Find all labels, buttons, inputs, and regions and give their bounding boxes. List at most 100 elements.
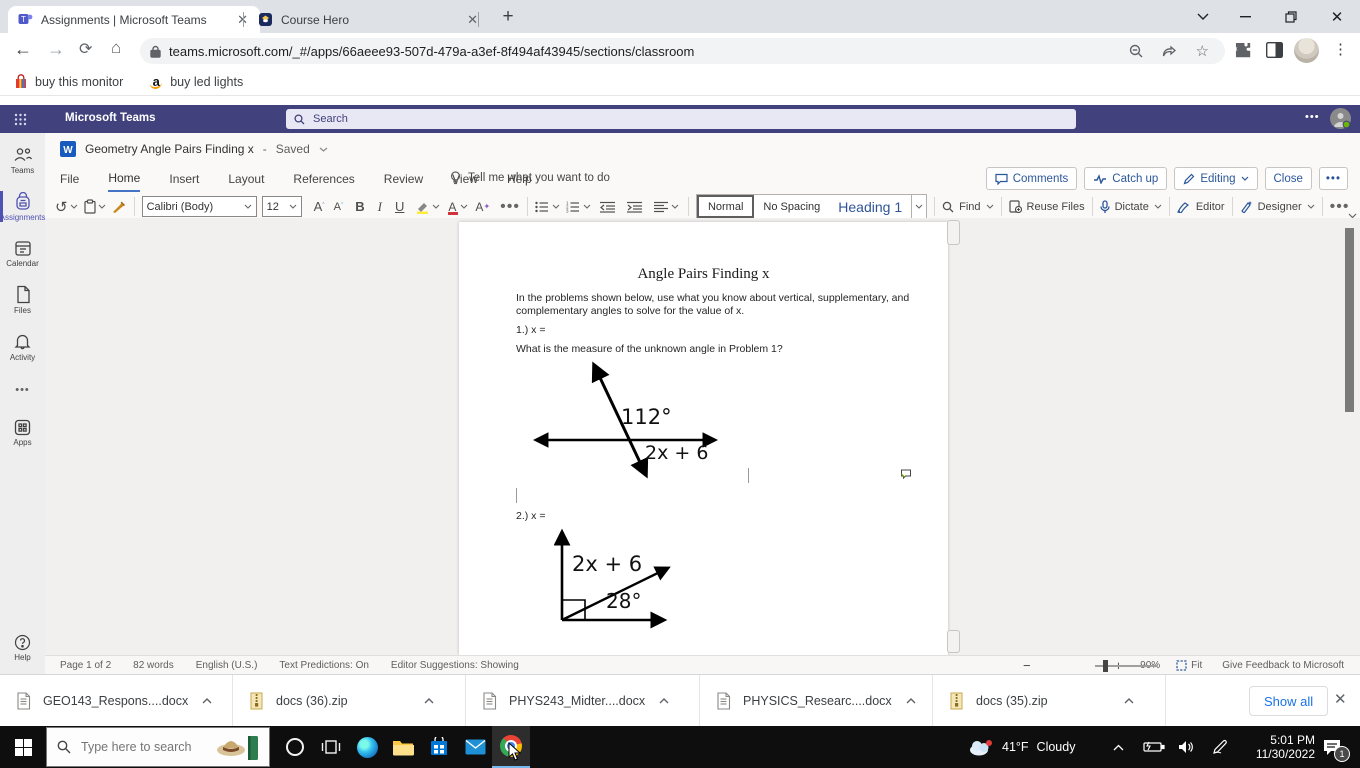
zoom-out-button[interactable]: − (1023, 658, 1031, 673)
catch-up-button[interactable]: Catch up (1084, 167, 1168, 190)
reuse-files-button[interactable]: Reuse Files (1008, 200, 1085, 213)
fit-page-icon[interactable] (1176, 660, 1187, 671)
side-panel-icon[interactable] (1266, 42, 1283, 58)
language-status[interactable]: English (U.S.) (196, 660, 258, 671)
show-all-button[interactable]: Show all (1249, 686, 1329, 716)
styles-chevron[interactable] (911, 195, 926, 218)
sidebar-item-teams[interactable]: Teams (0, 137, 45, 183)
bullet-list-icon[interactable] (535, 201, 549, 213)
grow-font-icon[interactable]: Aˆ (314, 199, 325, 214)
style-normal[interactable]: Normal (696, 195, 755, 218)
speaker-icon[interactable] (1178, 726, 1194, 768)
start-button[interactable] (4, 726, 42, 768)
download-item[interactable]: docs (36).zip (233, 675, 466, 727)
editor-suggestions-status[interactable]: Editor Suggestions: Showing (391, 660, 519, 671)
comments-button[interactable]: Comments (985, 167, 1078, 190)
download-chevron-up-icon[interactable] (424, 698, 434, 704)
tray-chevron-up-icon[interactable] (1113, 726, 1124, 768)
sidebar-item-assignments[interactable]: Assignments (0, 183, 45, 230)
editor-button[interactable]: Editor (1176, 201, 1225, 213)
align-chevron-icon[interactable] (671, 204, 679, 209)
teams-search-box[interactable] (286, 109, 1076, 129)
taskbar-search-input[interactable] (79, 739, 213, 755)
sidebar-item-apps[interactable]: Apps (0, 410, 45, 455)
style-no-spacing[interactable]: No Spacing (754, 196, 830, 217)
bold-icon[interactable]: B (355, 199, 364, 214)
ribbon-overflow-icon[interactable]: ••• (1330, 198, 1350, 216)
font-size-select[interactable]: 12 (261, 196, 302, 217)
back-icon[interactable]: ← (14, 39, 32, 60)
dictate-button[interactable]: Dictate (1099, 199, 1162, 214)
numbered-chevron-icon[interactable] (583, 204, 591, 209)
paste-clipboard-icon[interactable] (83, 199, 96, 214)
feedback-link[interactable]: Give Feedback to Microsoft (1222, 660, 1344, 671)
forward-icon[interactable]: → (47, 39, 65, 60)
increase-indent-icon[interactable] (626, 201, 642, 213)
vertical-scrollbar-thumb[interactable] (1345, 228, 1354, 412)
window-restore-button[interactable] (1268, 0, 1314, 33)
menu-layout[interactable]: Layout (228, 170, 264, 191)
undo-icon[interactable]: ↺ (55, 198, 68, 216)
font-color-chevron-icon[interactable] (460, 204, 468, 209)
word-count[interactable]: 82 words (133, 660, 174, 671)
paste-chevron-icon[interactable] (98, 204, 106, 209)
numbered-list-icon[interactable]: 123 (566, 201, 580, 213)
address-bar[interactable]: teams.microsoft.com/_#/apps/66aeee93-507… (140, 38, 1225, 64)
notification-center-icon[interactable]: 1 (1322, 726, 1350, 768)
bookmark-buy-led-lights[interactable]: a buy led lights (149, 74, 243, 89)
bullet-chevron-icon[interactable] (552, 204, 560, 209)
align-icon[interactable] (653, 201, 668, 213)
sidebar-item-calendar[interactable]: Calendar (0, 230, 45, 276)
microsoft-store-icon[interactable] (420, 726, 458, 768)
text-predictions-status[interactable]: Text Predictions: On (279, 660, 368, 671)
browser-menu-kebab-icon[interactable]: ⋮ (1333, 40, 1348, 58)
browser-tab-coursehero[interactable]: Course Hero ✕ (248, 6, 490, 33)
profile-avatar[interactable] (1294, 38, 1319, 63)
new-tab-button[interactable]: + (492, 0, 524, 33)
decrease-indent-icon[interactable] (599, 201, 615, 213)
editing-button[interactable]: Editing (1174, 167, 1258, 190)
download-chevron-up-icon[interactable] (906, 698, 916, 704)
download-chevron-up-icon[interactable] (659, 698, 669, 704)
download-chevron-up-icon[interactable] (202, 698, 212, 704)
more-actions-button[interactable]: ••• (1318, 167, 1348, 190)
clock-widget[interactable]: 5:01 PM 11/30/2022 (1243, 726, 1315, 768)
search-highlight-image[interactable] (215, 730, 261, 764)
window-close-button[interactable]: ✕ (1314, 0, 1360, 33)
window-profile-chevron-icon[interactable] (1180, 0, 1226, 33)
edge-icon[interactable] (348, 726, 386, 768)
file-explorer-icon[interactable] (384, 726, 422, 768)
download-item[interactable]: PHYS243_Midter....docx (466, 675, 700, 727)
saved-status[interactable]: Saved (276, 142, 310, 156)
sidebar-item-help[interactable]: Help (0, 625, 45, 670)
sidebar-item-files[interactable]: Files (0, 276, 45, 323)
teams-more-icon[interactable]: ••• (1305, 111, 1320, 123)
highlighter-chevron-icon[interactable] (432, 204, 440, 209)
taskbar-search-box[interactable] (46, 727, 270, 767)
home-icon[interactable]: ⌂ (111, 38, 121, 58)
mail-icon[interactable] (456, 726, 494, 768)
fit-label[interactable]: Fit (1191, 660, 1202, 671)
lock-icon[interactable] (150, 45, 161, 58)
document-canvas[interactable]: Angle Pairs Finding x In the problems sh… (45, 218, 1360, 655)
ribbon-more-icon[interactable]: ••• (500, 198, 520, 216)
find-button[interactable]: Find (942, 201, 993, 213)
sidebar-item-more[interactable]: ••• (0, 370, 45, 410)
share-icon[interactable] (1162, 44, 1178, 58)
margin-handle[interactable] (947, 220, 960, 245)
undo-chevron-icon[interactable] (70, 204, 78, 209)
downloads-close-icon[interactable]: ✕ (1334, 690, 1347, 708)
download-item[interactable]: docs (35).zip (933, 675, 1166, 727)
margin-handle[interactable] (947, 630, 960, 653)
extensions-puzzle-icon[interactable] (1235, 42, 1252, 59)
teams-search-input[interactable] (311, 112, 1068, 126)
style-heading1[interactable]: Heading 1 (829, 196, 912, 217)
designer-button[interactable]: Designer (1240, 200, 1315, 213)
page-count[interactable]: Page 1 of 2 (60, 660, 111, 671)
zoom-page-icon[interactable] (1129, 44, 1144, 59)
pen-icon[interactable] (1212, 726, 1228, 768)
menu-home[interactable]: Home (108, 169, 141, 192)
comment-anchor-icon[interactable] (900, 469, 912, 480)
window-minimize-button[interactable] (1222, 0, 1268, 33)
sidebar-item-activity[interactable]: Activity (0, 323, 45, 370)
